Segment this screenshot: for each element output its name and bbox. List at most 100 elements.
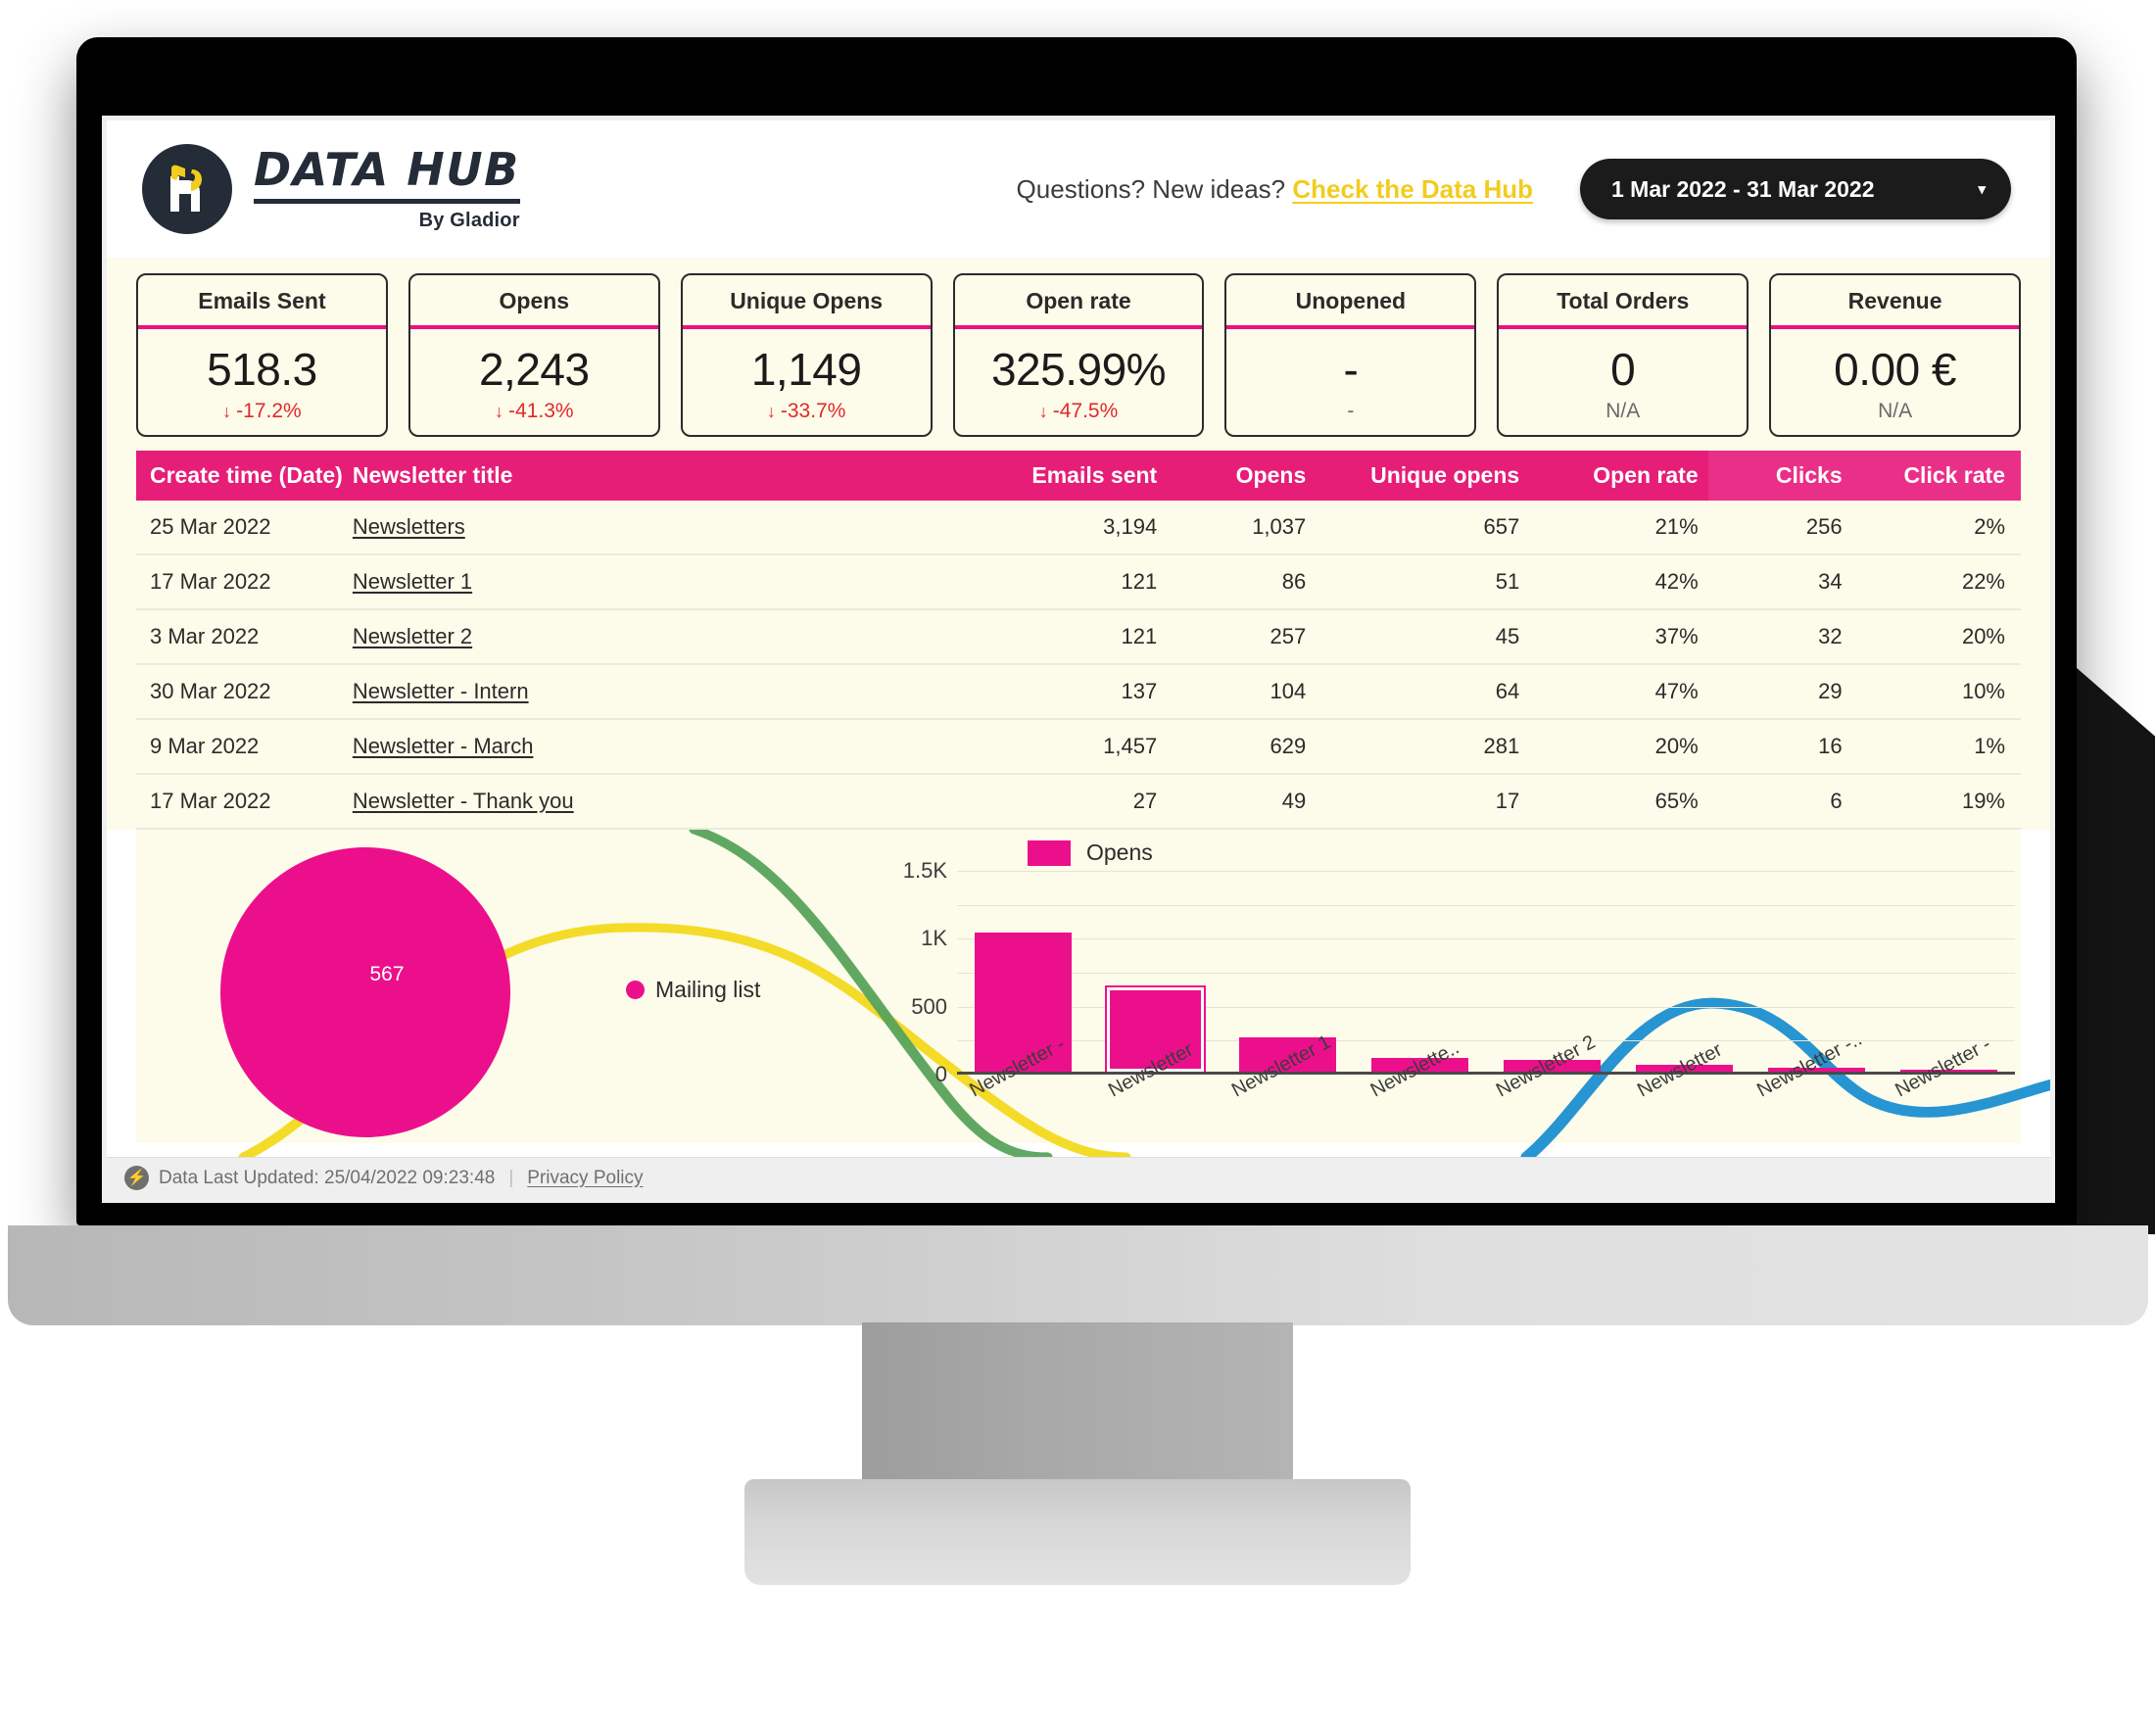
- legend-color-swatch-icon: [1028, 839, 1071, 866]
- kpi-delta: ↓ -47.5%: [1039, 400, 1119, 435]
- x-axis-labels: Newsletter - Newsletter Newsletter 1 Newsle…: [957, 1029, 2015, 1147]
- kpi-delta-value: N/A: [1878, 400, 1913, 422]
- x-axis-line: [957, 1072, 2015, 1075]
- kpi-card[interactable]: Unopened - -: [1224, 273, 1477, 437]
- col-title[interactable]: Newsletter title: [342, 451, 979, 501]
- col-emails-sent[interactable]: Emails sent: [978, 451, 1168, 501]
- monitor-stand-neck: [862, 1322, 1293, 1491]
- cell-opens: 629: [1167, 719, 1317, 775]
- col-open-rate[interactable]: Open rate: [1529, 451, 1708, 501]
- kpi-value: 1,149: [750, 344, 862, 395]
- y-axis-tick-label: 500: [911, 993, 947, 1019]
- table-header-row: Create time (Date) Newsletter title Emai…: [136, 451, 2021, 501]
- footer-separator: |: [508, 1167, 514, 1188]
- cell-create-time: 25 Mar 2022: [136, 501, 343, 555]
- newsletter-title-link[interactable]: Newsletter 1: [353, 569, 472, 594]
- pie-legend-label: Mailing list: [655, 977, 761, 1002]
- x-label-slot: Newsletter 1: [1222, 1031, 1354, 1147]
- date-range-value: 1 Mar 2022 - 31 Mar 2022: [1611, 175, 1875, 202]
- y-axis-labels: 0 500 1K 1.5K: [881, 858, 947, 1086]
- arrow-down-icon: ↓: [495, 402, 504, 421]
- kpi-card[interactable]: Revenue 0.00 € N/A: [1769, 273, 2022, 437]
- kpi-delta: ↓ -17.2%: [222, 400, 302, 435]
- col-create-time[interactable]: Create time (Date): [136, 451, 343, 501]
- cell-newsletter-title[interactable]: Newsletter 1: [342, 554, 979, 610]
- cell-unique-opens: 17: [1316, 774, 1530, 830]
- newsletter-title-link[interactable]: Newsletter - Intern: [353, 679, 529, 703]
- bubble-mailing-list[interactable]: 567: [220, 847, 510, 1137]
- lightning-bolt-icon: ⚡: [124, 1166, 149, 1190]
- cell-unique-opens: 657: [1316, 501, 1530, 555]
- cell-newsletter-title[interactable]: Newsletter - March: [342, 719, 979, 775]
- x-label-slot: Newsletter -..: [1750, 1029, 1883, 1147]
- arrow-down-icon: ↓: [222, 402, 232, 421]
- questions-label: Questions? New ideas?: [1016, 173, 1286, 204]
- table-row[interactable]: 17 Mar 2022 Newsletter - Thank you 27 49 17 6…: [136, 774, 2021, 830]
- opens-bar-chart[interactable]: Opens 0 500 1K 1.5K Newsletter - Newsletter N…: [881, 838, 2021, 1151]
- newsletter-title-link[interactable]: Newsletters: [353, 514, 465, 539]
- bar-slot: [1354, 871, 1486, 1072]
- cell-newsletter-title[interactable]: Newsletters: [342, 501, 979, 555]
- cell-create-time: 17 Mar 2022: [136, 774, 343, 830]
- logo-badge: [142, 144, 232, 234]
- table-row[interactable]: 3 Mar 2022 Newsletter 2 121 257 45 37% 32 20%: [136, 609, 2021, 665]
- kpi-value: 0: [1610, 344, 1636, 395]
- date-range-picker[interactable]: 1 Mar 2022 - 31 Mar 2022 ▾: [1580, 159, 2011, 219]
- cell-open-rate: 65%: [1529, 774, 1708, 830]
- x-label-slot: Newslette..: [1354, 1037, 1486, 1147]
- app-header: DATA HUB By Gladior Questions? New ideas…: [107, 120, 2050, 258]
- newsletter-title-link[interactable]: Newsletter - March: [353, 734, 534, 758]
- kpi-card[interactable]: Total Orders 0 N/A: [1497, 273, 1749, 437]
- logo-title: DATA HUB: [254, 142, 520, 196]
- cell-emails-sent: 3,194: [978, 501, 1168, 555]
- cell-unique-opens: 45: [1316, 609, 1530, 665]
- logo-text: DATA HUB By Gladior: [254, 147, 520, 232]
- col-click-rate[interactable]: Click rate: [1851, 451, 2021, 501]
- table-row[interactable]: 17 Mar 2022 Newsletter 1 121 86 51 42% 34 22%: [136, 554, 2021, 610]
- newsletter-title-link[interactable]: Newsletter - Thank you: [353, 789, 574, 813]
- cell-emails-sent: 121: [978, 554, 1168, 610]
- logo[interactable]: DATA HUB By Gladior: [142, 144, 520, 234]
- cell-newsletter-title[interactable]: Newsletter - Intern: [342, 664, 979, 720]
- x-label-slot: Newsletter -: [1883, 1033, 2015, 1147]
- kpi-card[interactable]: Opens 2,243 ↓ -41.3%: [407, 273, 660, 437]
- table-row[interactable]: 9 Mar 2022 Newsletter - March 1,457 629 281 2…: [136, 719, 2021, 775]
- bar-slot: [1089, 871, 1222, 1074]
- cell-clicks: 34: [1707, 554, 1852, 610]
- newsletter-title-link[interactable]: Newsletter 2: [353, 624, 472, 648]
- cell-click-rate: 19%: [1851, 774, 2021, 830]
- cell-open-rate: 37%: [1529, 609, 1708, 665]
- kpi-label: Unique Opens: [682, 275, 931, 329]
- cell-opens: 104: [1167, 664, 1317, 720]
- monitor-stand-base: [744, 1479, 1411, 1585]
- cell-create-time: 30 Mar 2022: [136, 664, 343, 720]
- kpi-label: Opens: [409, 275, 658, 329]
- col-opens[interactable]: Opens: [1167, 451, 1317, 501]
- kpi-card[interactable]: Open rate 325.99% ↓ -47.5%: [952, 273, 1205, 437]
- kpi-card[interactable]: Emails Sent 518.3 ↓ -17.2%: [136, 273, 388, 437]
- mailing-list-bubble-chart[interactable]: 567 Mailing list: [136, 838, 822, 1143]
- col-unique-opens[interactable]: Unique opens: [1316, 451, 1530, 501]
- cell-click-rate: 2%: [1851, 501, 2021, 555]
- legend-color-dot-icon: [626, 981, 645, 999]
- col-clicks[interactable]: Clicks: [1707, 451, 1852, 501]
- last-updated-text: Data Last Updated: 25/04/2022 09:23:48: [159, 1167, 496, 1188]
- cell-create-time: 9 Mar 2022: [136, 719, 343, 775]
- cell-emails-sent: 27: [978, 774, 1168, 830]
- table-row[interactable]: 30 Mar 2022 Newsletter - Intern 137 104 64 47…: [136, 664, 2021, 720]
- table-head: Create time (Date) Newsletter title Emai…: [136, 451, 2021, 501]
- y-axis-tick-label: 1.5K: [902, 858, 947, 883]
- table-row[interactable]: 25 Mar 2022 Newsletters 3,194 1,037 657 21% 25…: [136, 501, 2021, 555]
- cell-click-rate: 10%: [1851, 664, 2021, 720]
- bar-slot: [1222, 871, 1354, 1072]
- cell-newsletter-title[interactable]: Newsletter - Thank you: [342, 774, 979, 830]
- data-hub-link[interactable]: Check the Data Hub: [1292, 174, 1533, 204]
- cell-click-rate: 20%: [1851, 609, 2021, 665]
- kpi-delta: -: [1347, 400, 1354, 435]
- cell-clicks: 16: [1707, 719, 1852, 775]
- cell-newsletter-title[interactable]: Newsletter 2: [342, 609, 979, 665]
- privacy-policy-link[interactable]: Privacy Policy: [527, 1168, 643, 1189]
- cell-click-rate: 22%: [1851, 554, 2021, 610]
- newsletter-table-wrap: Create time (Date) Newsletter title Emai…: [107, 451, 2050, 830]
- kpi-card[interactable]: Unique Opens 1,149 ↓ -33.7%: [680, 273, 933, 437]
